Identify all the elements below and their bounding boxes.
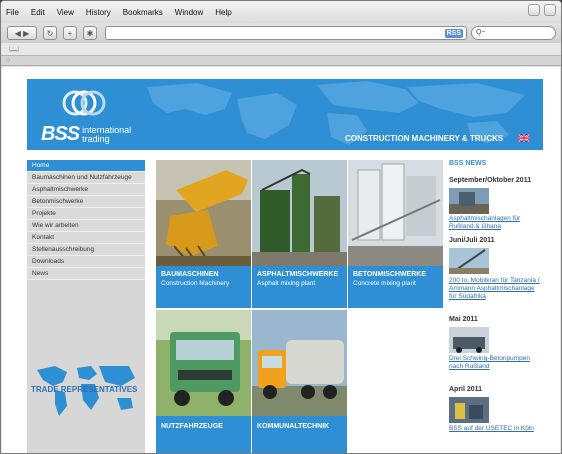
uk-flag-icon[interactable]	[518, 134, 530, 142]
nav-item-betonmischwerke[interactable]: Betonmischwerke	[27, 196, 145, 208]
nav-item-stellenausschreibung[interactable]: Stellenausschreibung	[27, 244, 145, 256]
bss-logo-icon	[62, 90, 106, 116]
truck-photo	[156, 310, 251, 416]
news-date: Juni/Juli 2011	[449, 237, 495, 244]
nav-item-baumaschinen[interactable]: Baumaschinen und Nutzfahrzeuge	[27, 172, 145, 184]
menu-edit[interactable]: Edit	[31, 8, 45, 17]
menu-help[interactable]: Help	[215, 8, 231, 17]
concrete-plant-photo	[348, 160, 443, 266]
nav-item-kontakt[interactable]: Kontakt	[27, 232, 145, 244]
news-thumbnail[interactable]	[449, 248, 489, 274]
menu-file[interactable]: File	[6, 8, 19, 17]
news-link[interactable]: BSS auf der USETEC in Köln	[449, 425, 543, 433]
back-forward-button[interactable]: ◀ ▶	[7, 26, 37, 40]
news-thumbnail[interactable]	[449, 188, 489, 214]
brand-subtitle: international trading	[82, 126, 131, 144]
news-thumbnail[interactable]	[449, 397, 489, 423]
brand-name: BSS	[41, 123, 80, 145]
tile-title: BETONMISCHWERKE	[353, 271, 426, 278]
back-arrow-icon: ◀	[14, 28, 21, 38]
nav-item-asphaltmischwerke[interactable]: Asphaltmischwerke	[27, 184, 145, 196]
browser-toolbar: ◀ ▶ ↻ + ✱ RSS Q~	[1, 23, 561, 43]
menu-bookmarks[interactable]: Bookmarks	[123, 8, 163, 17]
nav-item-projekte[interactable]: Projekte	[27, 208, 145, 220]
rss-badge[interactable]: RSS	[444, 29, 463, 38]
add-bookmark-button[interactable]: +	[63, 26, 77, 40]
nav-item-home[interactable]: Home	[27, 160, 145, 172]
news-link[interactable]: Asphaltmischanlagen für Rußland & Ghana	[449, 215, 543, 231]
news-date: September/Oktober 2011	[449, 177, 532, 184]
menu-history[interactable]: History	[86, 8, 111, 17]
tile-title: NUTZFAHRZEUGE	[161, 423, 223, 430]
tile-title: BAUMASCHINEN	[161, 271, 219, 278]
debug-button[interactable]: ✱	[83, 26, 97, 40]
bookmarks-bar: 📖	[1, 43, 561, 56]
page-viewport: BSS international trading CONSTRUCTION M…	[2, 67, 560, 453]
zoom-button[interactable]	[544, 4, 556, 16]
browser-window: File Edit View History Bookmarks Window …	[0, 0, 562, 454]
menu-window[interactable]: Window	[175, 8, 203, 17]
trade-representatives-label[interactable]: TRADE REPRESENTATIVES	[31, 385, 137, 394]
tile-asphaltmischwerke[interactable]: ASPHALTMISCHWERKE Asphalt mixing plant	[252, 160, 347, 308]
excavator-photo	[156, 160, 251, 266]
book-icon[interactable]: 📖	[9, 44, 19, 53]
tile-nutzfahrzeuge[interactable]: NUTZFAHRZEUGE	[156, 310, 251, 453]
tab-bar: ○	[1, 56, 561, 66]
news-date: Mai 2011	[449, 316, 478, 323]
brand-logo[interactable]: BSS international trading	[41, 123, 131, 146]
minimize-button[interactable]	[528, 4, 540, 16]
web-page: BSS international trading CONSTRUCTION M…	[27, 79, 543, 453]
tile-subtitle: Asphalt mixing plant	[257, 280, 316, 287]
sidebar-nav: Home Baumaschinen und Nutzfahrzeuge Asph…	[27, 160, 145, 453]
brand-sub-line-2: trading	[82, 134, 110, 144]
tile-betonmischwerke[interactable]: BETONMISCHWERKE Concrete mixing plant	[348, 160, 443, 308]
tile-subtitle: Concrete mixing plant	[353, 280, 416, 287]
menu-view[interactable]: View	[57, 8, 74, 17]
search-field[interactable]: Q~	[471, 26, 556, 40]
bug-icon: ✱	[86, 28, 94, 38]
news-date: April 2011	[449, 386, 483, 393]
forward-arrow-icon: ▶	[23, 28, 30, 38]
search-icon: Q~	[476, 29, 486, 36]
news-heading: BSS NEWS	[449, 160, 487, 167]
tile-baumaschinen[interactable]: BAUMASCHINEN Construction Machinery	[156, 160, 251, 308]
tile-title: KOMMUNALTECHNIK	[257, 423, 330, 430]
tile-kommunaltechnik[interactable]: KOMMUNALTECHNIK	[252, 310, 347, 453]
menu-bar: File Edit View History Bookmarks Window …	[1, 1, 561, 23]
news-link[interactable]: 200 to. Mobilkran für Tanzania / Ammann …	[449, 277, 543, 301]
municipal-truck-photo	[252, 310, 347, 416]
nav-item-downloads[interactable]: Downloads	[27, 256, 145, 268]
asphalt-plant-photo	[252, 160, 347, 266]
reload-button[interactable]: ↻	[43, 26, 57, 40]
plus-icon: +	[67, 28, 73, 38]
tile-subtitle: Construction Machinery	[161, 280, 230, 287]
nav-item-wie-wir-arbeiten[interactable]: Wie wir arbeiten	[27, 220, 145, 232]
tile-title: ASPHALTMISCHWERKE	[257, 271, 339, 278]
site-tagline: CONSTRUCTION MACHINERY & TRUCKS	[345, 134, 504, 143]
nav-item-news[interactable]: News	[27, 268, 145, 280]
loading-icon: ○	[6, 57, 11, 64]
reload-icon: ↻	[46, 28, 54, 38]
news-thumbnail[interactable]	[449, 327, 489, 353]
site-header: BSS international trading CONSTRUCTION M…	[27, 79, 543, 150]
news-link[interactable]: Drei Schwing-Betonpumpen nach Rußland	[449, 355, 543, 371]
address-bar[interactable]: RSS	[105, 26, 467, 40]
